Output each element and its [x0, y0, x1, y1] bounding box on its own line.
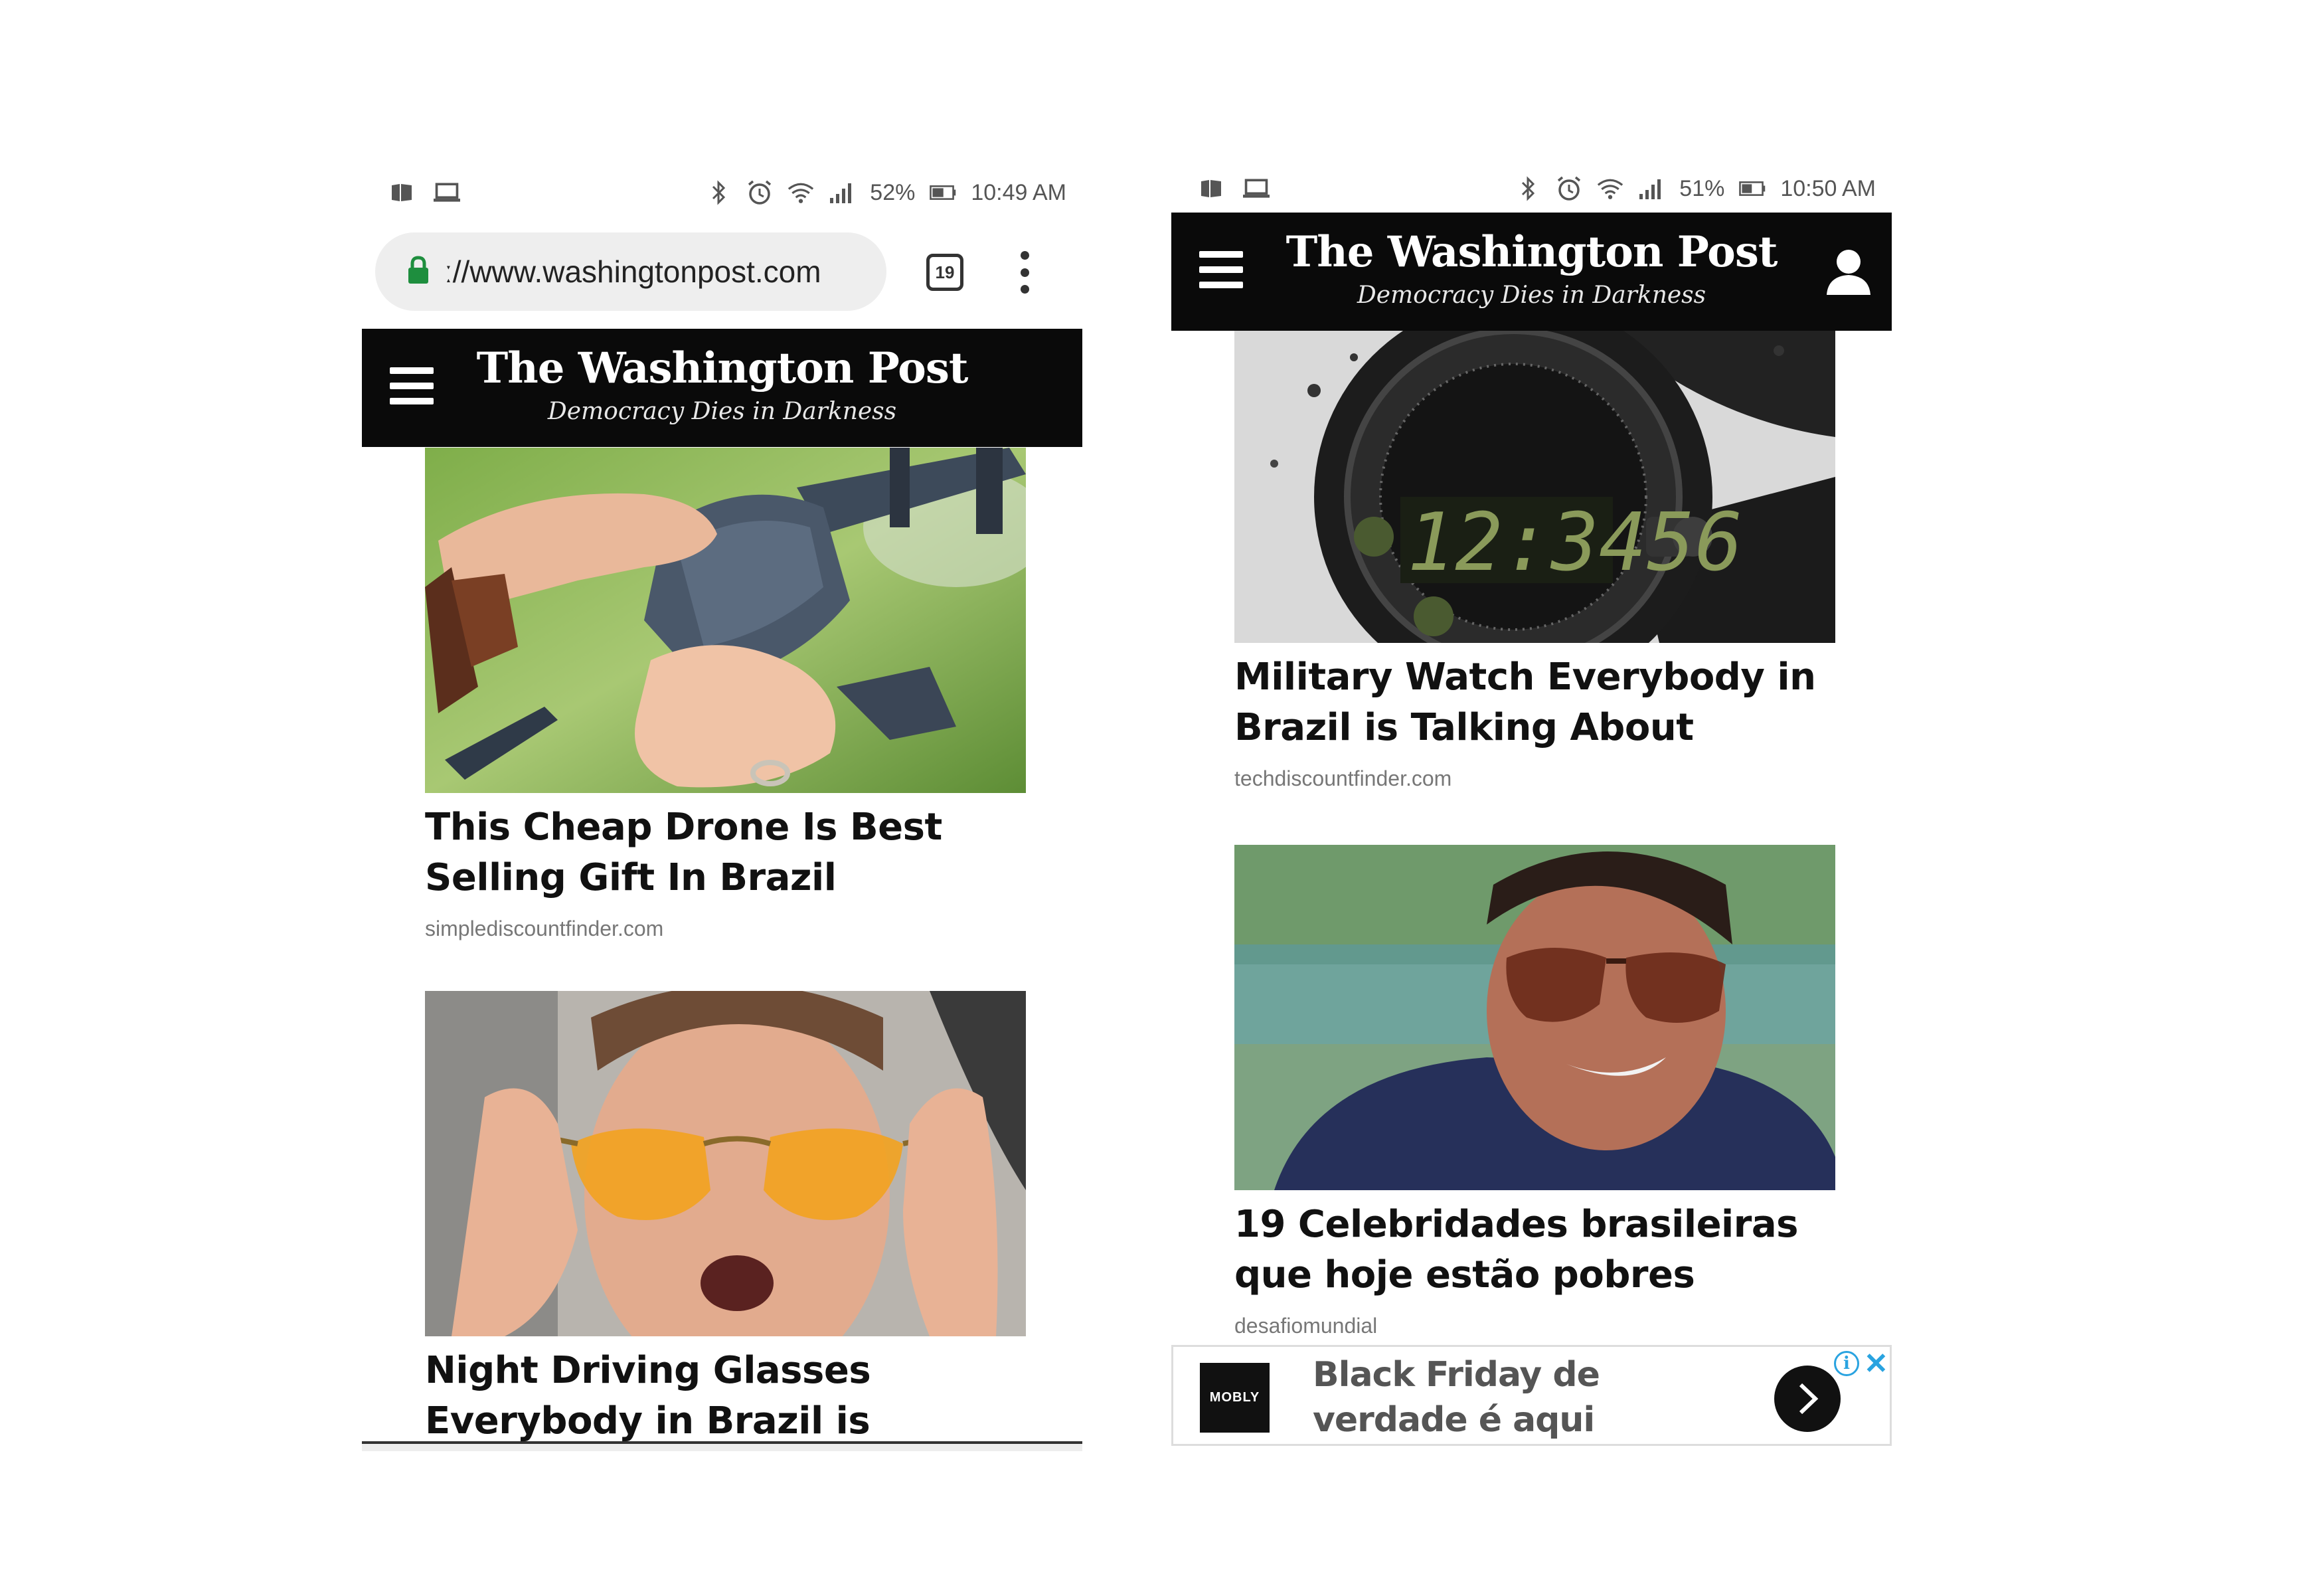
lock-icon — [407, 255, 430, 288]
battery-percent: 51% — [1679, 175, 1725, 201]
site-header: The Washington Post Democracy Dies in Da… — [1171, 213, 1892, 331]
card-source[interactable]: desafiomundial — [1234, 1314, 1835, 1338]
alarm-icon — [1556, 175, 1582, 202]
card-source[interactable]: simplediscountfinder.com — [425, 917, 1026, 941]
tab-switcher-button[interactable]: 19 — [926, 254, 963, 291]
svg-text:12:3456: 12:3456 — [1407, 497, 1743, 589]
laptop-icon — [434, 179, 460, 206]
battery-icon — [930, 179, 956, 206]
celebrity-image[interactable] — [1234, 845, 1835, 1190]
chevron-right-icon — [1799, 1383, 1819, 1415]
mobly-logo[interactable]: MOBLY — [1200, 1363, 1270, 1433]
overflow-menu-icon[interactable] — [1018, 251, 1031, 294]
user-account-icon[interactable] — [1825, 247, 1872, 295]
card-title[interactable]: Military Watch Everybody in Brazil is Ta… — [1234, 652, 1835, 753]
bluetooth-icon — [1515, 175, 1541, 202]
bottom-ad-banner[interactable]: MOBLY Black Friday de verdade é aqui i ✕ — [1171, 1345, 1892, 1446]
address-bar[interactable]: ː//www.washingtonpost.com — [375, 232, 886, 311]
card-title[interactable]: Night Driving Glasses Everybody in Brazi… — [425, 1346, 1026, 1451]
battery-percent: 52% — [870, 179, 916, 205]
notification-book-icon — [388, 179, 415, 206]
alarm-icon — [746, 179, 773, 206]
bottom-ad-strip[interactable] — [362, 1441, 1082, 1451]
peek-previous-title — [425, 311, 434, 329]
signal-icon — [1638, 175, 1665, 202]
wifi-icon — [788, 179, 814, 206]
site-tagline: Democracy Dies in Darkness — [1357, 282, 1706, 309]
notification-book-icon — [1198, 175, 1224, 202]
ad-card[interactable]: 19 Celebridades brasileiras que hoje est… — [1234, 845, 1835, 1338]
signal-icon — [829, 179, 855, 206]
card-source[interactable]: techdiscountfinder.com — [1234, 766, 1835, 791]
card-title[interactable]: This Cheap Drone Is Best Selling Gift In… — [425, 802, 1026, 903]
ad-card[interactable]: Night Driving Glasses Everybody in Brazi… — [425, 991, 1026, 1451]
ad-card[interactable]: 12:3456 Military Watch Everybody in Braz… — [1234, 331, 1835, 791]
clock: 10:50 AM — [1780, 175, 1876, 201]
military-watch-image[interactable]: 12:3456 — [1234, 331, 1835, 643]
night-glasses-image[interactable] — [425, 991, 1026, 1336]
ad-info-icon[interactable]: i — [1834, 1351, 1859, 1376]
ad-arrow-button[interactable] — [1774, 1366, 1841, 1432]
site-tagline: Democracy Dies in Darkness — [547, 398, 897, 425]
left-phone-screen: 52% 10:49 AM ː//www.washingtonpost.com 1… — [362, 166, 1082, 1451]
laptop-icon — [1243, 175, 1270, 202]
clock: 10:49 AM — [971, 179, 1066, 205]
ad-close-icon[interactable]: ✕ — [1864, 1347, 1888, 1381]
battery-icon — [1739, 175, 1766, 202]
site-logo[interactable]: The Washington Post — [1171, 227, 1892, 277]
drone-image[interactable] — [425, 448, 1026, 793]
bluetooth-icon — [705, 179, 732, 206]
ad-card[interactable]: This Cheap Drone Is Best Selling Gift In… — [425, 448, 1026, 941]
site-logo[interactable]: The Washington Post — [362, 343, 1082, 393]
right-phone-screen: 51% 10:50 AM Paid Promoted Stories The W… — [1171, 166, 1892, 1451]
wifi-icon — [1597, 175, 1623, 202]
url-text[interactable]: ː//www.washingtonpost.com — [444, 254, 821, 290]
card-title[interactable]: 19 Celebridades brasileiras que hoje est… — [1234, 1199, 1835, 1300]
ad-text[interactable]: Black Friday de verdade é aqui — [1313, 1352, 1738, 1443]
site-header: The Washington Post Democracy Dies in Da… — [362, 329, 1082, 447]
status-bar: 52% 10:49 AM — [362, 166, 1082, 219]
